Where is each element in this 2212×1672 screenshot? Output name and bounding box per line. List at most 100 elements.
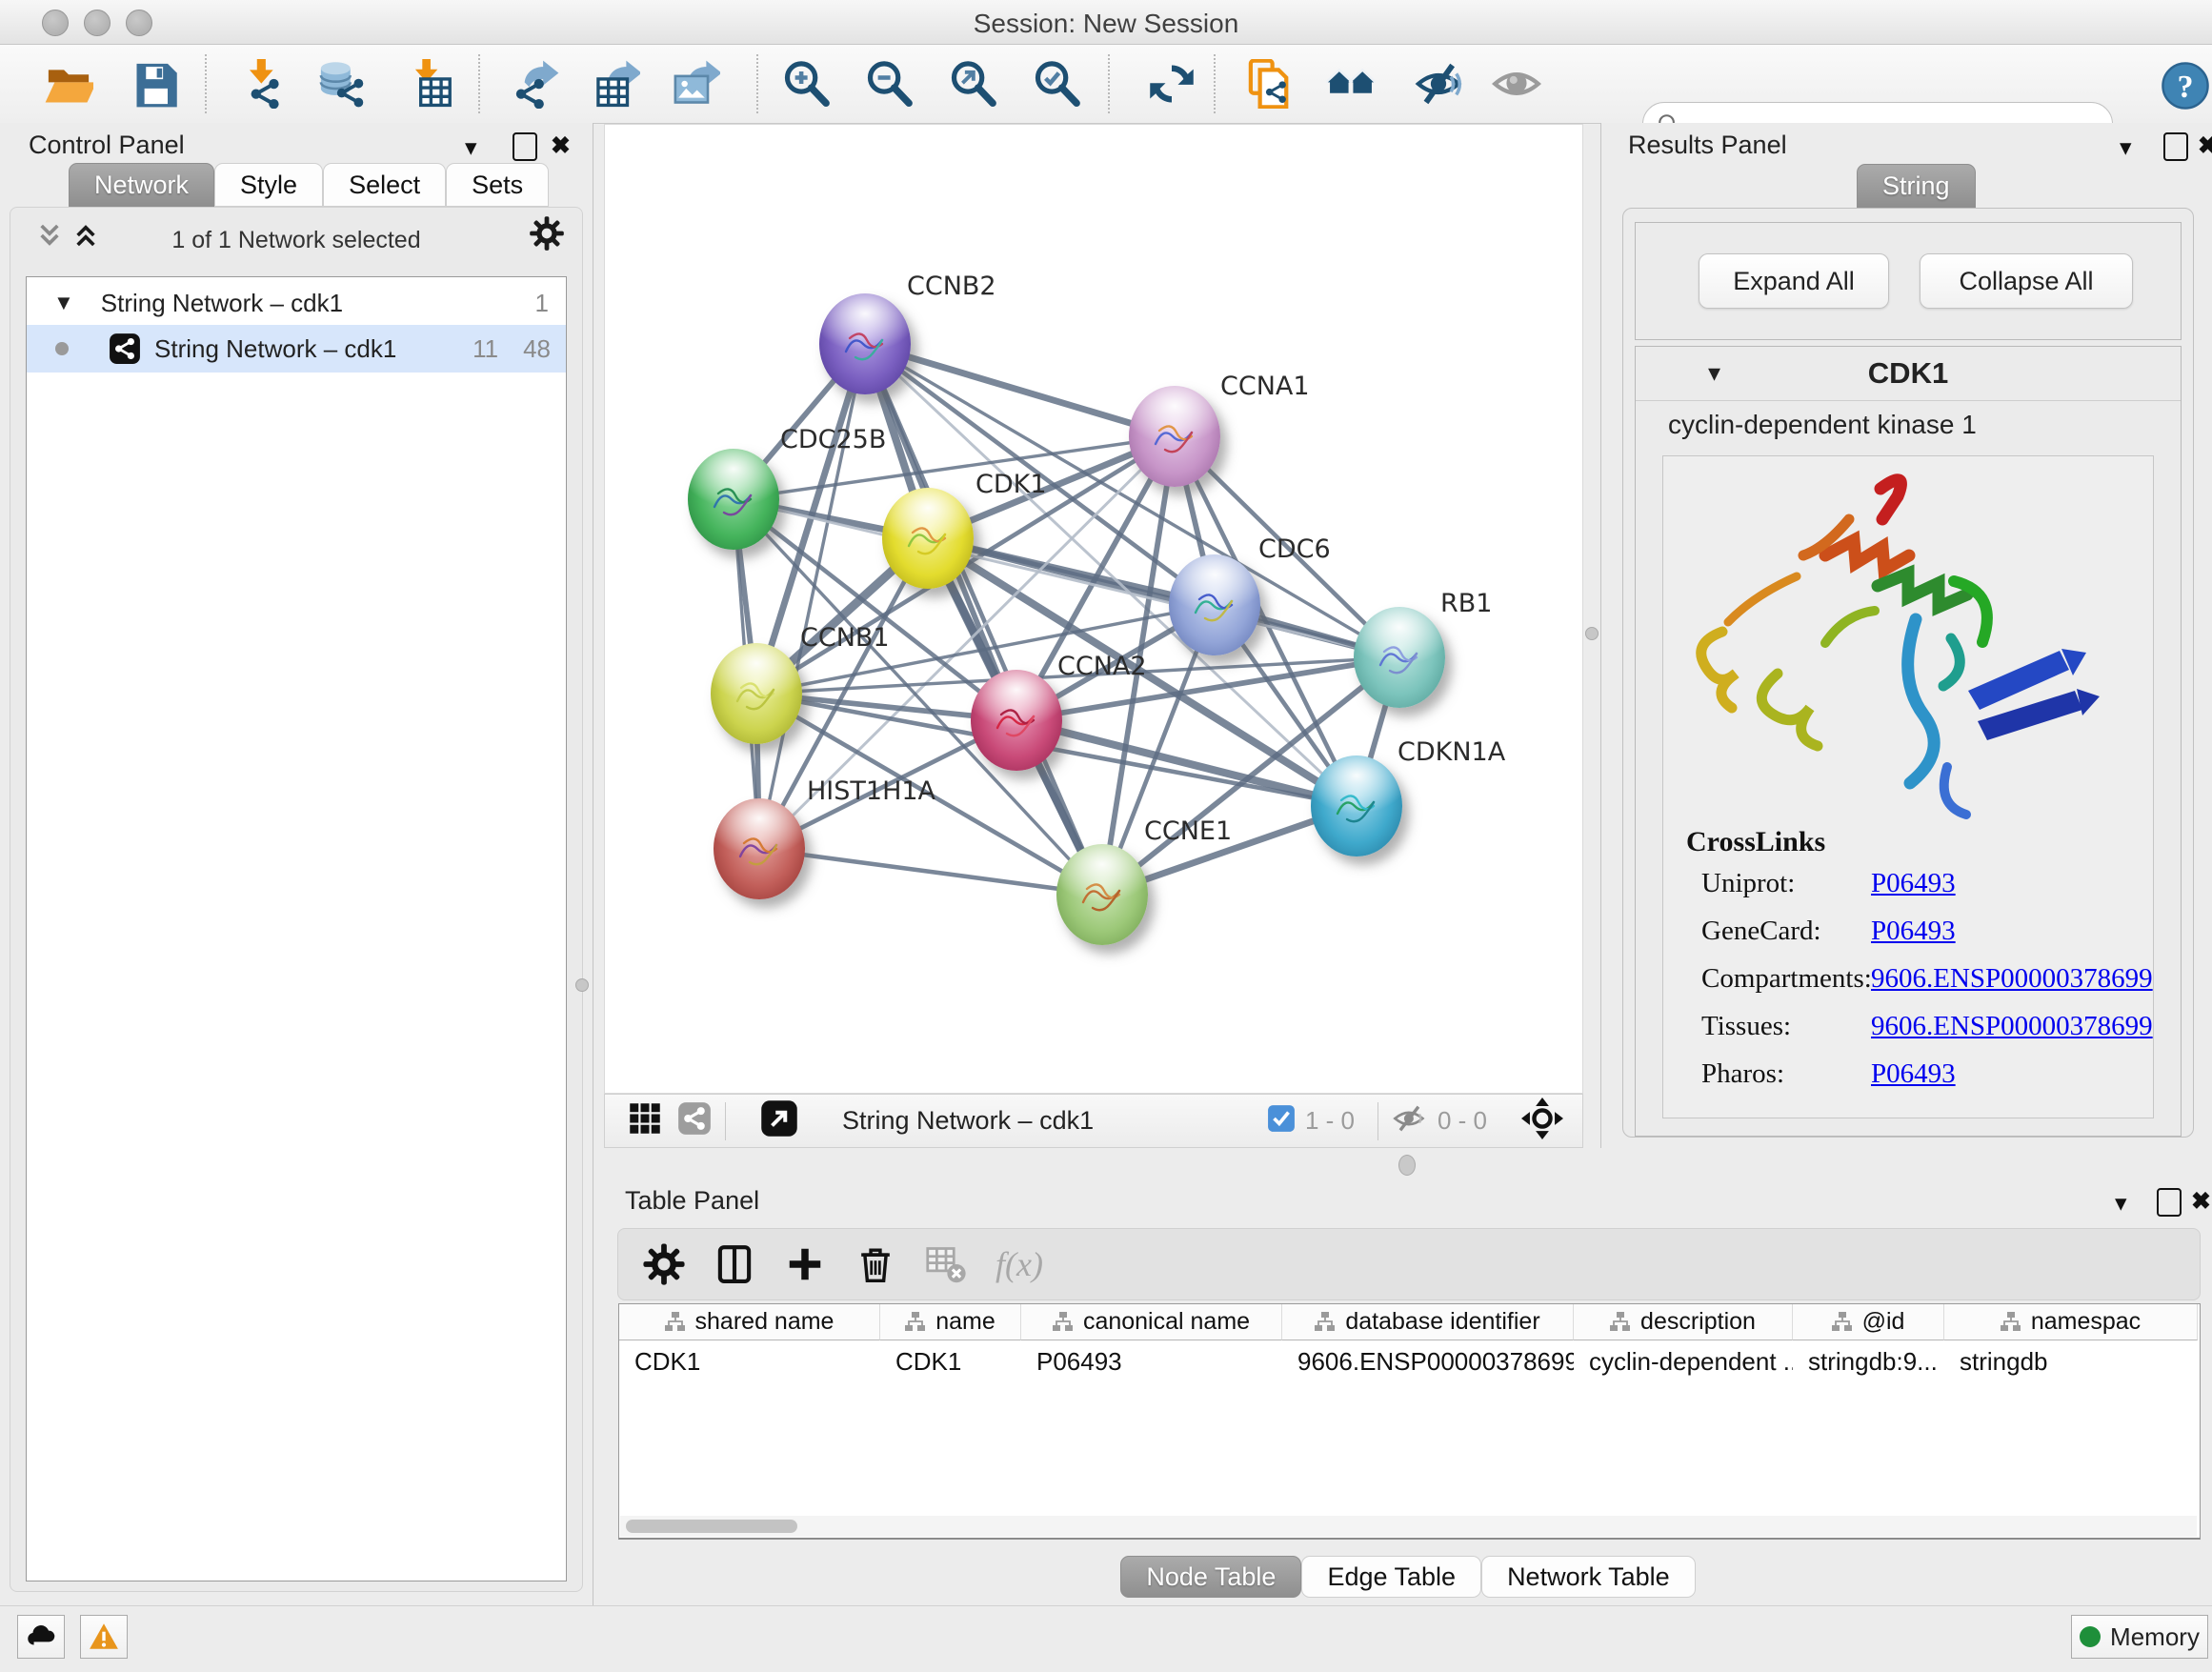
- tab-node-table[interactable]: Node Table: [1120, 1556, 1301, 1598]
- panel-close-icon[interactable]: ✖: [2198, 134, 2212, 158]
- node-label-rb1: RB1: [1440, 589, 1492, 618]
- network-node-hist1h1a[interactable]: [714, 798, 805, 899]
- panel-float-icon[interactable]: [513, 132, 537, 161]
- delete-column-trash-icon[interactable]: [851, 1239, 900, 1289]
- column-header-namespac[interactable]: namespac: [1944, 1304, 2198, 1340]
- column-header-canonicalname[interactable]: canonical name: [1021, 1304, 1282, 1340]
- open-external-window-icon[interactable]: [760, 1099, 798, 1142]
- column-header-sharedname[interactable]: shared name: [619, 1304, 880, 1340]
- table-cell[interactable]: stringdb: [1944, 1342, 2198, 1380]
- panel-menu-icon[interactable]: ▾: [2120, 136, 2132, 160]
- panel-close-icon[interactable]: ✖: [2191, 1190, 2211, 1214]
- network-canvas[interactable]: CCNB2CCNA1CDC25BCDK1CDC6RB1CCNB1CCNA2CDK…: [604, 124, 1583, 1094]
- duplicate-network-icon[interactable]: [1244, 57, 1297, 111]
- network-node-cdc25b[interactable]: [688, 449, 779, 550]
- crosslink-label: GeneCard:: [1701, 916, 1821, 947]
- zoom-in-icon[interactable]: [779, 57, 833, 111]
- warnings-button[interactable]: [80, 1615, 128, 1659]
- help-button[interactable]: ?: [2159, 59, 2212, 112]
- column-header-id[interactable]: @id: [1793, 1304, 1944, 1340]
- gear-icon[interactable]: [529, 215, 565, 256]
- import-network-file-icon[interactable]: [234, 57, 288, 111]
- panel-float-icon[interactable]: [2163, 132, 2188, 161]
- show-all-eye-icon[interactable]: [1490, 57, 1543, 111]
- column-header-databaseidentifier[interactable]: database identifier: [1282, 1304, 1574, 1340]
- import-network-database-icon[interactable]: [314, 57, 368, 111]
- tab-string[interactable]: String: [1857, 164, 1976, 208]
- open-session-icon[interactable]: [42, 57, 95, 111]
- fit-selection-crosshair-icon[interactable]: [1521, 1098, 1563, 1144]
- network-tree-row[interactable]: String Network – cdk1 11 48: [27, 325, 566, 373]
- table-settings-gear-icon[interactable]: [639, 1239, 689, 1289]
- crosslink-value-link[interactable]: P06493: [1871, 916, 1956, 947]
- network-statusbar: String Network – cdk1 1 - 0 0 - 0: [604, 1094, 1583, 1148]
- expander-triangle-icon[interactable]: ▼: [53, 291, 74, 315]
- export-table-icon[interactable]: [589, 57, 642, 111]
- column-header-description[interactable]: description: [1574, 1304, 1793, 1340]
- zoom-selected-icon[interactable]: [1030, 57, 1083, 111]
- homes-icon[interactable]: [1324, 57, 1377, 111]
- network-selection-summary: 1 of 1 Network selected: [10, 227, 582, 254]
- network-node-ccna2[interactable]: [971, 670, 1062, 771]
- tab-select[interactable]: Select: [323, 163, 446, 207]
- panel-menu-icon[interactable]: ▾: [465, 136, 477, 160]
- network-node-ccna1[interactable]: [1129, 386, 1220, 487]
- hidden-eye-icon[interactable]: [1392, 1100, 1428, 1141]
- table-cell[interactable]: cyclin-dependent ...: [1574, 1342, 1793, 1380]
- crosslink-value-link[interactable]: P06493: [1871, 868, 1956, 899]
- table-panel: Table Panel ▾ ✖: [604, 1178, 2212, 1550]
- hide-selection-icon[interactable]: [1412, 57, 1465, 111]
- splitter-handle[interactable]: [1398, 1155, 1416, 1176]
- tab-sets[interactable]: Sets: [446, 163, 549, 207]
- export-network-icon[interactable]: [509, 57, 562, 111]
- network-node-rb1[interactable]: [1354, 607, 1445, 708]
- panel-close-icon[interactable]: ✖: [551, 134, 571, 158]
- save-session-icon[interactable]: [129, 57, 182, 111]
- export-image-icon[interactable]: [669, 57, 722, 111]
- selected-checkbox-icon[interactable]: [1267, 1104, 1296, 1138]
- cloud-button[interactable]: [17, 1615, 65, 1659]
- create-column-plus-icon[interactable]: [780, 1239, 830, 1289]
- crosslink-value-link[interactable]: 9606.ENSP00000378699: [1871, 1011, 2153, 1042]
- network-node-ccnb1[interactable]: [711, 643, 802, 744]
- scrollbar-thumb[interactable]: [626, 1520, 797, 1533]
- splitter-handle[interactable]: [1585, 627, 1599, 640]
- zoom-out-icon[interactable]: [862, 57, 915, 111]
- memory-button[interactable]: Memory: [2071, 1615, 2208, 1659]
- network-node-ccnb2[interactable]: [819, 293, 911, 394]
- panel-float-icon[interactable]: [2157, 1188, 2182, 1217]
- tab-style[interactable]: Style: [214, 163, 323, 207]
- network-overview-icon[interactable]: [677, 1101, 712, 1140]
- import-table-file-icon[interactable]: [402, 57, 455, 111]
- collapse-all-button[interactable]: Collapse All: [1920, 253, 2133, 309]
- network-node-cdk1[interactable]: [882, 488, 974, 589]
- network-node-ccne1[interactable]: [1056, 844, 1148, 945]
- crosslink-value-link[interactable]: 9606.ENSP00000378699: [1871, 963, 2153, 995]
- table-cell[interactable]: CDK1: [619, 1342, 880, 1380]
- zoom-fit-icon[interactable]: [946, 57, 999, 111]
- network-tree-row[interactable]: ▼ String Network – cdk1 1: [27, 281, 566, 325]
- node-table[interactable]: shared namenamecanonical namedatabase id…: [618, 1303, 2201, 1540]
- table-cell[interactable]: stringdb:9...: [1793, 1342, 1944, 1380]
- expand-all-button[interactable]: Expand All: [1699, 253, 1889, 309]
- table-cell[interactable]: P06493: [1021, 1342, 1282, 1380]
- tab-network[interactable]: Network: [69, 163, 214, 207]
- birds-eye-view-icon[interactable]: [628, 1101, 662, 1140]
- protein-ribbon-thumbnail: [1186, 576, 1243, 634]
- refresh-view-icon[interactable]: [1145, 57, 1198, 111]
- splitter-handle[interactable]: [575, 978, 589, 992]
- node-label-cdk1: CDK1: [975, 470, 1047, 499]
- network-node-cdkn1a[interactable]: [1311, 755, 1402, 856]
- crosslink-value-link[interactable]: P06493: [1871, 1058, 1956, 1090]
- panel-menu-icon[interactable]: ▾: [2115, 1192, 2127, 1216]
- column-header-name[interactable]: name: [880, 1304, 1021, 1340]
- table-hscrollbar[interactable]: [620, 1516, 2197, 1537]
- table-cell[interactable]: CDK1: [880, 1342, 1021, 1380]
- expand-collapse-box: Expand All Collapse All: [1635, 222, 2182, 340]
- tab-edge-table[interactable]: Edge Table: [1301, 1556, 1481, 1598]
- network-node-cdc6[interactable]: [1169, 554, 1260, 655]
- show-columns-icon[interactable]: [710, 1239, 759, 1289]
- table-cell[interactable]: 9606.ENSP00000378699: [1282, 1342, 1574, 1380]
- tab-network-table[interactable]: Network Table: [1481, 1556, 1696, 1598]
- node-result-header[interactable]: ▾ CDK1: [1636, 347, 2181, 401]
